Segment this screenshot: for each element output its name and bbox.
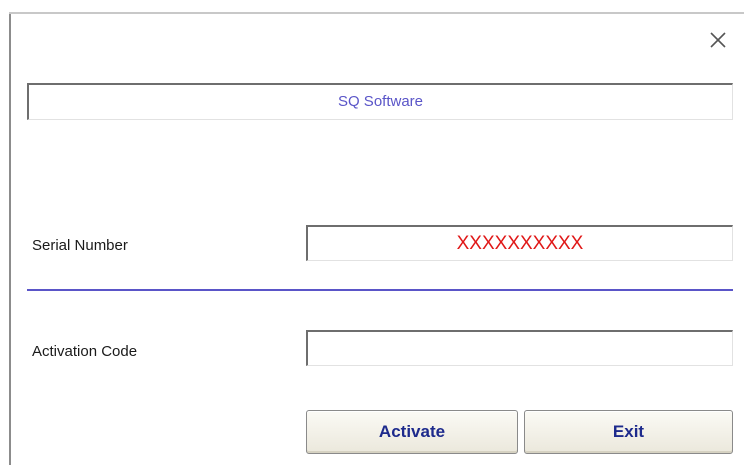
- activate-button[interactable]: Activate: [306, 410, 518, 454]
- exit-button[interactable]: Exit: [524, 410, 733, 454]
- activation-code-label: Activation Code: [32, 343, 138, 360]
- software-title: SQ Software: [337, 93, 424, 110]
- serial-number-field[interactable]: XXXXXXXXXX: [306, 225, 733, 261]
- activation-code-input[interactable]: [306, 330, 733, 366]
- serial-number-label: Serial Number: [32, 237, 128, 254]
- serial-number-value: XXXXXXXXXX: [456, 233, 584, 254]
- dialog-left-border: [9, 14, 11, 465]
- separator-line: [27, 289, 733, 291]
- dialog-top-border: [9, 12, 744, 14]
- software-title-box: SQ Software: [27, 83, 733, 120]
- close-icon[interactable]: [700, 22, 734, 56]
- close-icon-glyph: [710, 32, 726, 48]
- activation-dialog: SQ Software Serial Number XXXXXXXXXX Act…: [0, 0, 744, 465]
